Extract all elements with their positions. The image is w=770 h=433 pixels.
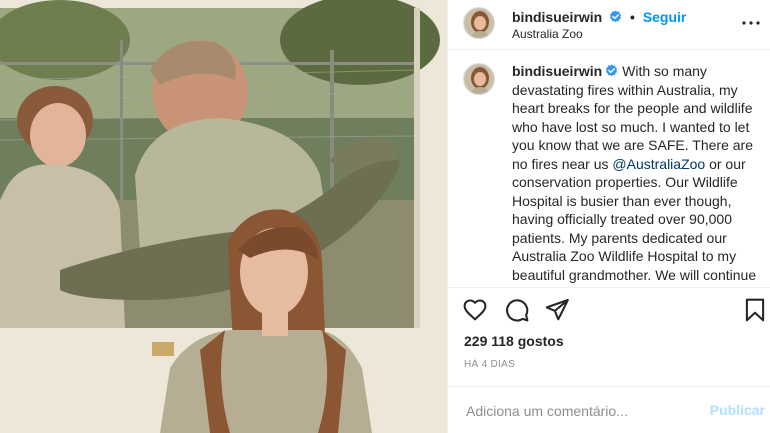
add-comment-bar: Publicar xyxy=(448,386,770,433)
comments-area[interactable]: bindisueirwin With so many devastating f… xyxy=(448,50,770,288)
post-header: bindisueirwin • Seguir Australia Zoo xyxy=(448,0,770,50)
save-icon[interactable] xyxy=(742,297,768,323)
framed-photo xyxy=(0,0,440,328)
comment-input[interactable] xyxy=(464,400,688,422)
more-options-icon[interactable] xyxy=(739,11,763,35)
share-icon[interactable] xyxy=(544,297,570,323)
caption-avatar[interactable] xyxy=(463,63,495,95)
header-username-row: bindisueirwin • Seguir xyxy=(512,9,686,25)
location-link[interactable]: Australia Zoo xyxy=(512,27,583,41)
username[interactable]: bindisueirwin xyxy=(512,9,602,25)
avatar[interactable] xyxy=(463,7,495,39)
follow-button[interactable]: Seguir xyxy=(643,9,687,25)
separator-dot: • xyxy=(630,9,635,25)
post-side-panel: bindisueirwin • Seguir Australia Zoo bin… xyxy=(447,0,770,433)
caption-text-part2: or our conservation properties. Our Wild… xyxy=(512,155,757,288)
post-timestamp[interactable]: HÁ 4 DIAS xyxy=(464,359,515,370)
heart-icon[interactable] xyxy=(462,297,488,323)
mention-link[interactable]: @AustraliaZoo xyxy=(612,156,705,172)
verified-badge-icon xyxy=(606,64,618,77)
action-bar xyxy=(448,297,770,327)
comment-icon[interactable] xyxy=(504,297,530,323)
post-caption: bindisueirwin With so many devastating f… xyxy=(512,62,770,288)
publish-button[interactable]: Publicar xyxy=(710,402,765,418)
verified-badge-icon xyxy=(610,10,622,23)
caption-username[interactable]: bindisueirwin xyxy=(512,63,602,79)
post-photo[interactable] xyxy=(0,0,447,433)
likes-count[interactable]: 229 118 gostos xyxy=(464,333,564,349)
